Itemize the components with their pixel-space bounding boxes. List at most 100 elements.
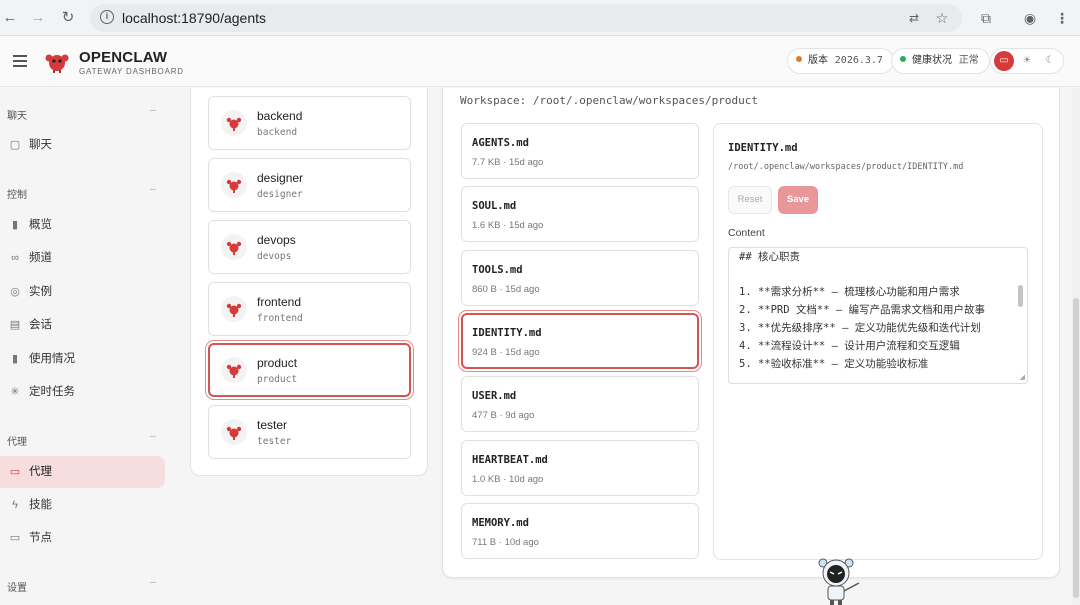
hamburger-menu-icon[interactable] xyxy=(13,55,27,67)
bar-chart-icon: ▮ xyxy=(11,353,19,365)
lobster-icon xyxy=(226,179,242,193)
collapse-icon[interactable]: – xyxy=(150,105,156,116)
lobster-icon xyxy=(226,426,242,440)
file-card[interactable]: MEMORY.md 711 B · 10d ago xyxy=(461,503,699,559)
file-card[interactable]: SOUL.md 1.6 KB · 15d ago xyxy=(461,186,699,242)
moon-theme-icon[interactable]: ☾ xyxy=(1040,51,1060,71)
content-label: Content xyxy=(728,227,765,239)
star-icon[interactable]: ☆ xyxy=(932,8,952,28)
extensions-icon[interactable]: ⧉ xyxy=(976,8,996,28)
lobster-icon xyxy=(226,364,242,378)
file-meta: 860 B · 15d ago xyxy=(472,284,540,295)
file-card[interactable]: HEARTBEAT.md 1.0 KB · 10d ago xyxy=(461,440,699,496)
openclaw-logo xyxy=(45,54,69,73)
agent-name: frontend xyxy=(257,295,302,309)
back-arrow-icon[interactable]: ← xyxy=(0,8,20,28)
agent-name: backend xyxy=(257,109,303,123)
agent-name: tester xyxy=(257,418,288,432)
file-card[interactable]: USER.md 477 B · 9d ago xyxy=(461,376,699,432)
file-editor: IDENTITY.md /root/.openclaw/workspaces/p… xyxy=(713,123,1043,560)
sun-theme-icon[interactable]: ☀ xyxy=(1017,51,1037,71)
sidebar-item-sessions[interactable]: ▤ 会话 xyxy=(0,309,165,341)
url-text: localhost:18790/agents xyxy=(122,10,266,26)
file-name: AGENTS.md xyxy=(472,137,529,149)
sidebar-item-label: 节点 xyxy=(29,532,52,544)
textarea-scrollbar[interactable] xyxy=(1018,285,1023,307)
collapse-icon[interactable]: – xyxy=(150,577,156,588)
lobster-icon xyxy=(226,241,242,255)
content-line: ## 核心职责 xyxy=(739,251,800,263)
agent-card[interactable]: frontend frontend xyxy=(208,282,411,336)
sidebar-item-agents[interactable]: ▭ 代理 xyxy=(0,456,165,488)
agent-card[interactable]: devops devops xyxy=(208,220,411,274)
sidebar-item-label: 会话 xyxy=(29,319,52,331)
monitor-icon: ▭ xyxy=(9,532,21,544)
sidebar-item-instances[interactable]: ◎ 实例 xyxy=(0,276,165,308)
file-meta: 711 B · 10d ago xyxy=(472,537,539,548)
reset-button[interactable]: Reset xyxy=(728,186,772,214)
agent-card[interactable]: tester tester xyxy=(208,405,411,459)
content-line: 4. **流程设计** — 设计用户流程和交互逻辑 xyxy=(739,340,960,352)
sidebar-item-label: 实例 xyxy=(29,286,52,298)
health-label: 健康状况 xyxy=(912,55,952,66)
sidebar-item-usage[interactable]: ▮ 使用情况 xyxy=(0,343,165,375)
file-card-selected[interactable]: IDENTITY.md 924 B · 15d ago xyxy=(461,313,699,369)
file-name: HEARTBEAT.md xyxy=(472,454,548,466)
section-title-agents: 代理 xyxy=(7,437,27,448)
agent-files-panel: Workspace: /root/.openclaw/workspaces/pr… xyxy=(442,88,1060,578)
brand-subtitle: GATEWAY DASHBOARD xyxy=(79,67,184,76)
sidebar-item-chat[interactable]: ▢ 聊天 xyxy=(0,129,165,161)
agent-avatar xyxy=(221,357,247,383)
workspace-path: Workspace: /root/.openclaw/workspaces/pr… xyxy=(460,94,759,107)
translate-icon[interactable]: ⇄ xyxy=(904,8,924,28)
save-button[interactable]: Save xyxy=(778,186,818,214)
sidebar-item-overview[interactable]: ▮ 概览 xyxy=(0,209,165,241)
content-textarea[interactable]: ## 核心职责 1. **需求分析** — 梳理核心功能和用户需求 2. **P… xyxy=(728,247,1028,384)
link-icon: ∞ xyxy=(11,252,19,264)
mascot-icon xyxy=(818,558,860,605)
menu-kebab-icon[interactable]: ⋮ xyxy=(1052,8,1072,28)
agent-id: frontend xyxy=(257,313,303,324)
sidebar-item-label: 频道 xyxy=(29,252,52,264)
file-card[interactable]: AGENTS.md 7.7 KB · 15d ago xyxy=(461,123,699,179)
editor-file-title: IDENTITY.md xyxy=(728,142,798,154)
sidebar-item-nodes[interactable]: ▭ 节点 xyxy=(0,522,165,554)
document-icon: ▤ xyxy=(9,319,21,331)
reload-icon[interactable]: ↻ xyxy=(58,8,78,28)
agent-card-selected[interactable]: product product xyxy=(208,343,411,397)
content-line: 2. **PRD 文档** — 编写产品需求文档和用户故事 xyxy=(739,304,986,316)
content-line: 1. **需求分析** — 梳理核心功能和用户需求 xyxy=(739,286,960,298)
content-line: 3. **优先级排序** — 定义功能优先级和迭代计划 xyxy=(739,322,981,334)
version-label: 版本 xyxy=(808,55,828,66)
broadcast-icon: ◎ xyxy=(10,286,20,298)
forward-arrow-icon[interactable]: → xyxy=(28,8,48,28)
chat-icon: ▢ xyxy=(9,139,21,151)
collapse-icon[interactable]: – xyxy=(150,184,156,195)
agent-card[interactable]: designer designer xyxy=(208,158,411,212)
agent-list-panel: backend backend designer designer devops… xyxy=(190,88,428,476)
info-icon[interactable]: i xyxy=(100,10,114,24)
address-bar[interactable]: i localhost:18790/agents ⇄ ☆ xyxy=(90,4,962,32)
page-scrollbar-thumb[interactable] xyxy=(1073,298,1079,598)
file-meta: 924 B · 15d ago xyxy=(472,347,540,358)
browser-toolbar: ← → ↻ i localhost:18790/agents ⇄ ☆ ⧉ ◉ ⋮ xyxy=(0,0,1080,36)
agent-name: product xyxy=(257,356,298,370)
resize-handle-icon[interactable]: ◢ xyxy=(1020,373,1025,381)
file-meta: 7.7 KB · 15d ago xyxy=(472,157,544,168)
file-name: USER.md xyxy=(472,390,517,402)
health-value: 正常 xyxy=(958,55,979,66)
sidebar-item-skills[interactable]: ϟ 技能 xyxy=(0,489,165,521)
version-value: 2026.3.7 xyxy=(834,55,883,66)
monitor-theme-icon[interactable]: ▭ xyxy=(994,51,1014,71)
collapse-icon[interactable]: – xyxy=(150,431,156,442)
agent-card[interactable]: backend backend xyxy=(208,96,411,150)
sidebar-item-label: 聊天 xyxy=(29,139,52,151)
sidebar-item-channels[interactable]: ∞ 频道 xyxy=(0,242,165,274)
file-card[interactable]: TOOLS.md 860 B · 15d ago xyxy=(461,250,699,306)
health-status-dot xyxy=(900,56,906,62)
page-scrollbar[interactable] xyxy=(1072,88,1080,605)
brand-title: OPENCLAW xyxy=(79,49,168,66)
profile-icon[interactable]: ◉ xyxy=(1020,8,1040,28)
folder-icon: ▭ xyxy=(9,466,21,478)
sidebar-item-cron[interactable]: ✳ 定时任务 xyxy=(0,376,165,408)
